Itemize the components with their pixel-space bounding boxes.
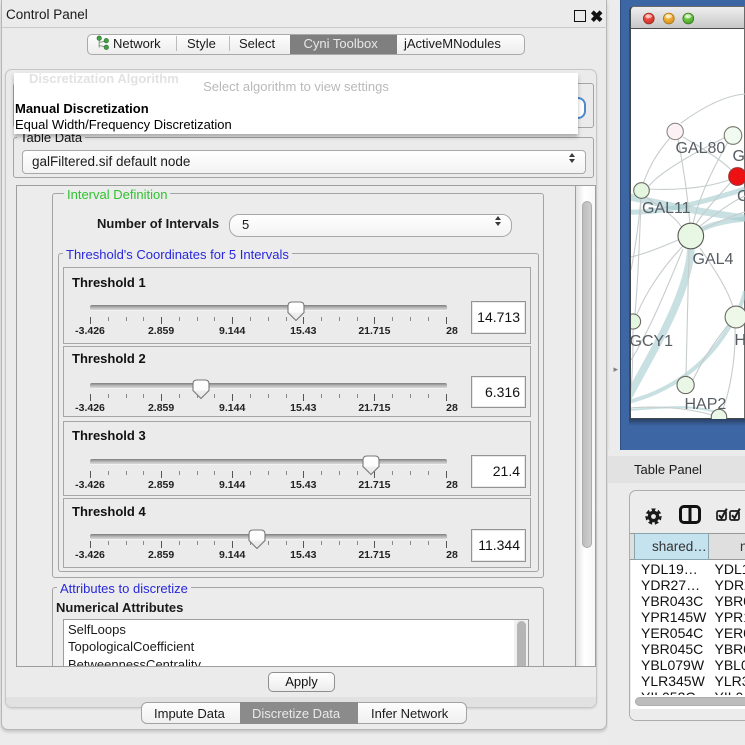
svg-text:HAP2: HAP2 — [685, 396, 727, 413]
svg-text:GCY1: GCY1 — [631, 333, 673, 350]
svg-text:H: H — [735, 332, 745, 349]
svg-text:C: C — [737, 188, 745, 205]
svg-text:GAL4: GAL4 — [693, 251, 734, 268]
svg-text:GAL80: GAL80 — [676, 140, 726, 157]
svg-text:GAL11: GAL11 — [642, 200, 691, 217]
svg-text:GA: GA — [733, 148, 745, 165]
